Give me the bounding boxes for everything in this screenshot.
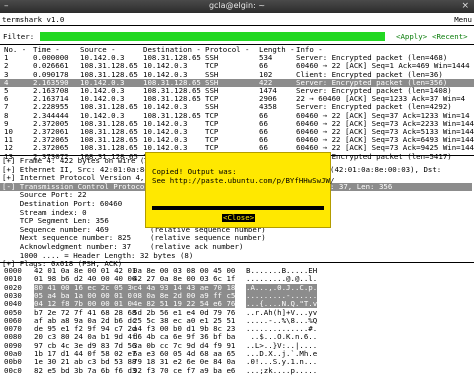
window-title: gcla@elgin: ~	[208, 1, 266, 10]
menu-button[interactable]: Menu	[454, 15, 472, 24]
copy-dialog: Copied! Output was: See http://paste.ubu…	[145, 152, 335, 228]
filter-input[interactable]	[40, 32, 385, 41]
dialog-url: See http://paste.ubuntu.com/p/BYfHHwSwJW…	[152, 176, 335, 185]
hex-ascii: ...;zk....p.....	[246, 365, 318, 375]
dialog-close-button[interactable]: <Close>	[222, 214, 256, 222]
hex-bytes-right: 92 f3 70 ce f7 a9 ba e6	[133, 365, 236, 375]
dialog-message: Copied! Output was:	[152, 167, 237, 176]
close-icon[interactable]: ×	[461, 1, 469, 11]
window-titlebar: – gcla@elgin: ~ ×	[0, 0, 474, 13]
filter-label: Filter:	[3, 32, 35, 41]
header-divider	[0, 25, 474, 26]
details-divider	[0, 262, 474, 263]
apply-button[interactable]: <Apply>	[396, 32, 427, 41]
detail-fragment: : 37, Len: 356	[330, 182, 470, 192]
dialog-input-bar	[152, 206, 324, 210]
hex-bytes-left: 82 e5 bd 3b 7a 6b f6 d3	[34, 365, 137, 375]
hex-row[interactable]: 00c0 82 e5 bd 3b 7a 6b f6 d3 92 f3 70 ce f…	[0, 365, 474, 375]
app-title: termshark v1.0	[2, 15, 65, 24]
recent-button[interactable]: <Recent>	[432, 32, 468, 41]
hex-offset: 00c0	[4, 365, 22, 375]
detail-fragment: (42:01:0a:8e:00:03), Dst:	[330, 164, 442, 174]
